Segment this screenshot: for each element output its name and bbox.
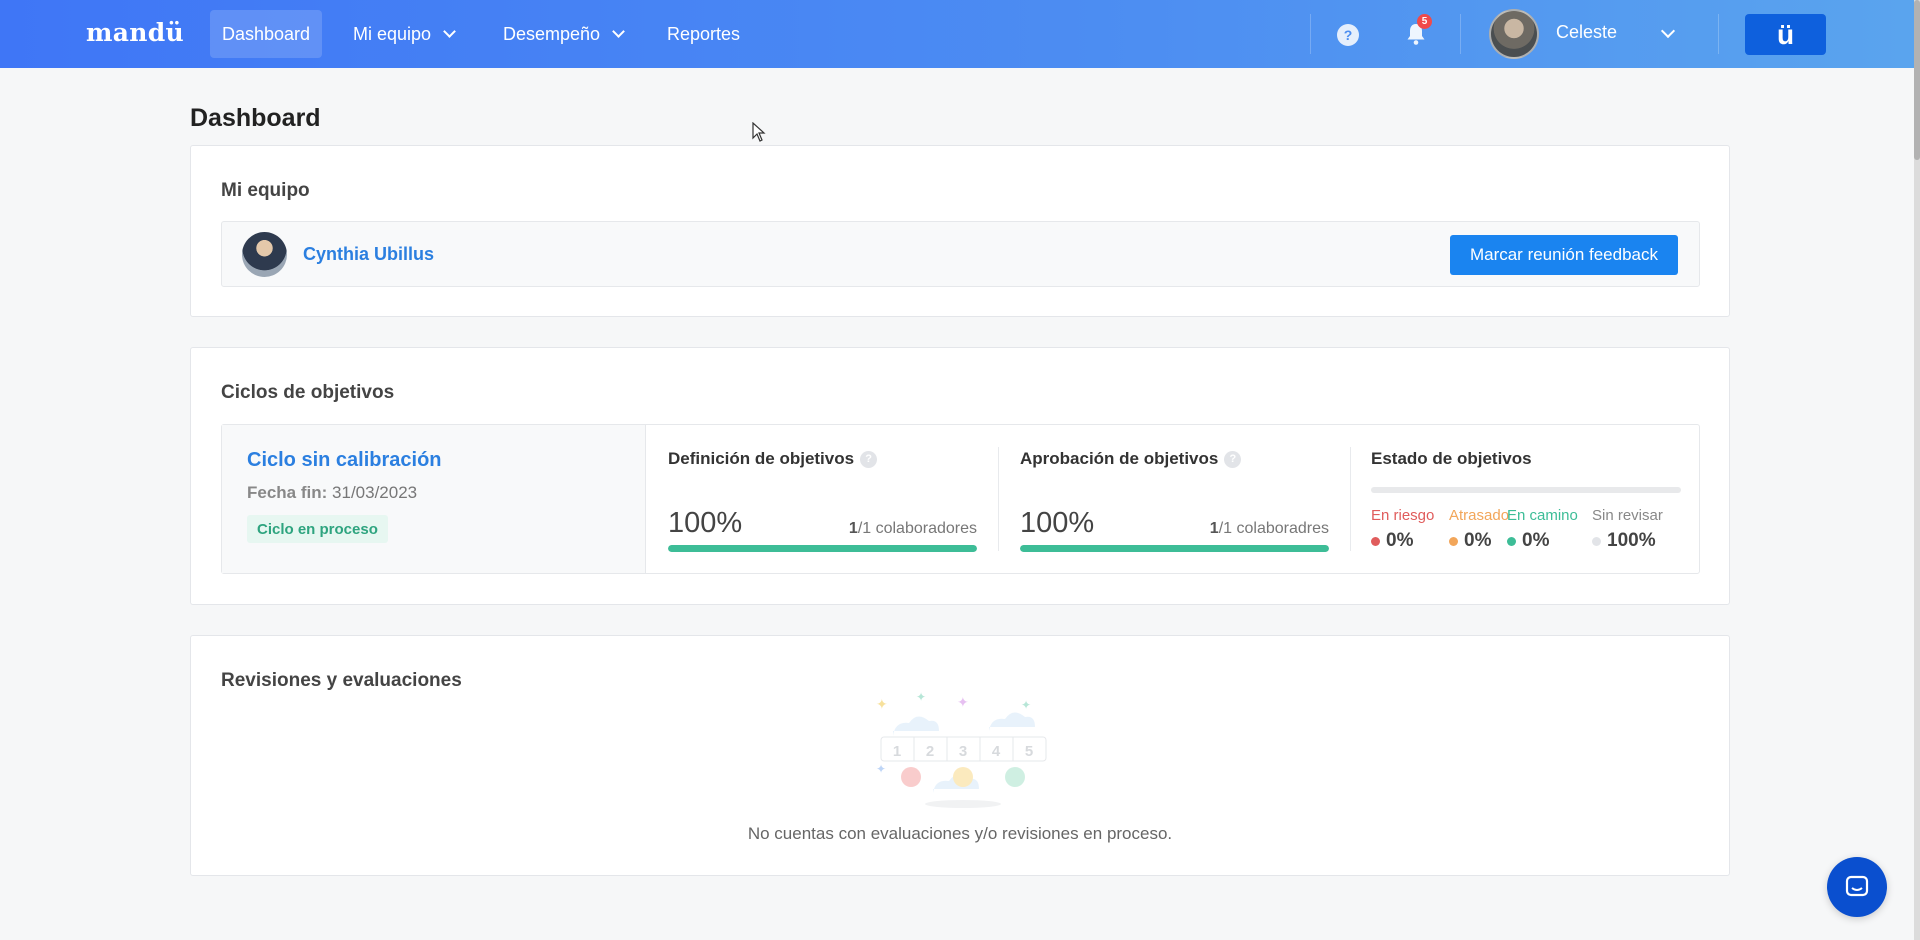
app-switch-button[interactable]: ü: [1745, 14, 1826, 55]
scrollbar-thumb[interactable]: [1914, 0, 1920, 160]
state-unreviewed-label: Sin revisar: [1592, 507, 1663, 524]
notification-badge: 5: [1417, 14, 1432, 29]
state-at-risk-label: En riesgo: [1371, 507, 1435, 524]
reviews-card-title: Revisiones y evaluaciones: [221, 670, 462, 691]
team-member-row: Cynthia Ubillus Marcar reunión feedback: [221, 221, 1700, 287]
reviews-card: Revisiones y evaluaciones 1 2 3 4 5 ✦ ✦ …: [190, 635, 1730, 876]
svg-text:✦: ✦: [876, 696, 888, 712]
definition-progress-fill: [668, 545, 977, 552]
nav-desempeno[interactable]: Desempeño: [491, 10, 635, 58]
nav-mi-equipo-label: Mi equipo: [353, 23, 432, 44]
state-late: Atrasado 0%: [1449, 507, 1509, 552]
nav-mi-equipo[interactable]: Mi equipo: [341, 10, 466, 58]
brand-logo[interactable]: mandü: [86, 18, 184, 47]
state-unreviewed-value: 100%: [1607, 530, 1656, 551]
end-date-label: Fecha fin:: [247, 483, 328, 502]
approval-count-done: 1: [1209, 520, 1219, 537]
nav-divider: [1310, 14, 1311, 54]
scale-number-5: 5: [1025, 743, 1033, 760]
scale-number-4: 4: [992, 743, 1001, 760]
nav-dashboard[interactable]: Dashboard: [210, 10, 323, 58]
definition-percent: 100%: [668, 507, 743, 539]
state-at-risk-value: 0%: [1386, 530, 1414, 551]
empty-state-message: No cuentas con evaluaciones y/o revision…: [747, 824, 1173, 843]
cycle-end-date: Fecha fin: 31/03/2023: [247, 483, 417, 503]
approval-progress-fill: [1020, 545, 1329, 552]
status-dot: [1371, 536, 1380, 546]
definition-count-rest: /1 colaboradores: [857, 520, 977, 537]
approval-title: Aprobación de objetivos?: [1020, 449, 1242, 469]
svg-text:✦: ✦: [876, 762, 886, 776]
team-card-title: Mi equipo: [221, 180, 310, 201]
state-unreviewed-value-row: 100%: [1592, 530, 1663, 552]
approval-title-text: Aprobación de objetivos: [1020, 449, 1219, 468]
empty-evaluations-illustration: 1 2 3 4 5 ✦ ✦ ✦ ✦ ✦: [876, 691, 1047, 808]
nav-divider: [1460, 14, 1461, 54]
state-at-risk: En riesgo 0%: [1371, 507, 1434, 552]
avatar[interactable]: [242, 232, 287, 277]
definition-metric: Definición de objetivos? 100% 1/1 colabo…: [647, 425, 998, 573]
definition-count: 1/1 colaboradores: [849, 520, 977, 538]
team-card: Mi equipo Cynthia Ubillus Marcar reunión…: [190, 145, 1730, 317]
scale-number-1: 1: [893, 743, 901, 760]
cycle-summary: Ciclo sin calibración Fecha fin: 31/03/2…: [222, 425, 646, 573]
state-late-value-row: 0%: [1449, 530, 1509, 552]
status-dot: [1507, 536, 1516, 546]
goals-cycle-card-title: Ciclos de objetivos: [221, 382, 395, 403]
scale-number-2: 2: [926, 743, 934, 760]
status-badge: Ciclo en proceso: [247, 515, 388, 543]
state-on-track-value: 0%: [1522, 530, 1550, 551]
user-avatar[interactable]: [1489, 9, 1539, 59]
nav-dashboard-label: Dashboard: [222, 23, 311, 44]
cycle-box: Ciclo sin calibración Fecha fin: 31/03/2…: [221, 424, 1700, 574]
status-dot: [1592, 536, 1601, 546]
nav-desempeno-label: Desempeño: [503, 23, 601, 44]
cycle-name-link[interactable]: Ciclo sin calibración: [247, 449, 442, 472]
mouse-cursor-icon: [752, 122, 766, 142]
approval-percent: 100%: [1020, 507, 1095, 539]
chevron-down-icon: [612, 25, 625, 38]
info-icon[interactable]: ?: [860, 451, 878, 468]
status-dot: [1449, 536, 1458, 546]
nav-reportes[interactable]: Reportes: [655, 10, 752, 58]
state-at-risk-value-row: 0%: [1371, 530, 1434, 552]
goals-cycle-card: Ciclos de objetivos Ciclo sin calibració…: [190, 347, 1730, 605]
svg-text:✦: ✦: [916, 691, 926, 704]
approval-metric: Aprobación de objetivos? 100% 1/1 colabo…: [999, 425, 1350, 573]
goals-state-title: Estado de objetivos: [1371, 449, 1532, 468]
state-on-track: En camino 0%: [1507, 507, 1578, 552]
top-navbar: mandü Dashboard Mi equipo Desempeño Repo…: [0, 0, 1914, 68]
page-scrollbar[interactable]: [1914, 0, 1920, 940]
user-name[interactable]: Celeste: [1556, 22, 1617, 43]
definition-title: Definición de objetivos?: [668, 449, 878, 469]
chat-icon: [1845, 875, 1869, 897]
nav-divider: [1718, 14, 1719, 54]
team-member-name[interactable]: Cynthia Ubillus: [303, 244, 434, 265]
state-late-label: Atrasado: [1449, 507, 1510, 524]
svg-text:✦: ✦: [957, 694, 969, 710]
chevron-down-icon[interactable]: [1660, 23, 1676, 39]
end-date-value: 31/03/2023: [332, 483, 418, 502]
page-title: Dashboard: [190, 104, 321, 132]
nav-reportes-label: Reportes: [667, 23, 741, 44]
support-chat-button[interactable]: [1827, 857, 1887, 917]
chevron-down-icon: [443, 25, 456, 38]
definition-progress-bar: [668, 545, 977, 552]
state-on-track-label: En camino: [1507, 507, 1578, 524]
svg-text:✦: ✦: [1021, 698, 1031, 712]
info-icon[interactable]: ?: [1224, 451, 1242, 468]
approval-count-rest: /1 colaboradres: [1218, 520, 1329, 537]
help-icon[interactable]: ?: [1337, 24, 1359, 46]
goals-state-metric: Estado de objetivos En riesgo 0% Atrasad…: [1351, 425, 1701, 573]
scale-number-3: 3: [959, 743, 967, 760]
goals-state-bar: [1371, 487, 1681, 493]
approval-count: 1/1 colaboradres: [1210, 520, 1329, 538]
state-unreviewed: Sin revisar 100%: [1592, 507, 1663, 552]
definition-title-text: Definición de objetivos: [668, 449, 855, 468]
state-late-value: 0%: [1464, 530, 1492, 551]
state-on-track-value-row: 0%: [1507, 530, 1578, 552]
approval-progress-bar: [1020, 545, 1329, 552]
definition-count-done: 1: [848, 520, 858, 537]
feedback-meeting-button[interactable]: Marcar reunión feedback: [1449, 235, 1678, 275]
